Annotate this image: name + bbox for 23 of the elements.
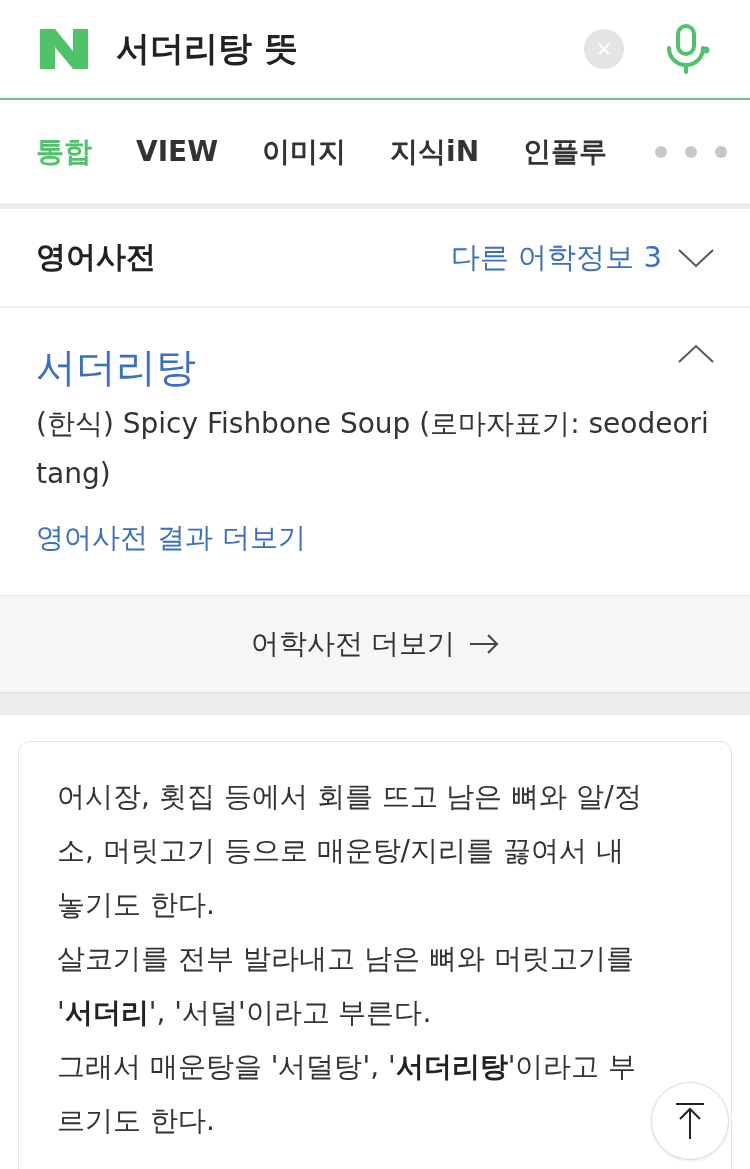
other-info-button[interactable]: 다른 어학정보 3 xyxy=(451,237,714,278)
paragraph: 어시장, 횟집 등에서 회를 뜨고 남은 뼈와 알/정소, 머릿고기 등으로 매운탕/지리를 끓여서 내놓기도 한다. xyxy=(57,779,643,923)
arrow-icon xyxy=(469,634,500,654)
paragraph: 그래서 매운탕을 '서덜탕', '서더리탕'이라고 부르기도 한다. xyxy=(57,1049,638,1139)
search-tab[interactable]: 인플루 xyxy=(523,132,608,171)
paragraph: 살코기를 전부 발라내고 남은 뼈와 머릿고기를 '서더리', '서덜'이라고 부른다. xyxy=(57,941,635,1031)
close-icon xyxy=(597,42,611,56)
more-results-link[interactable]: 영어사전 결과 더보기 xyxy=(36,519,306,557)
chevron-icon xyxy=(678,247,714,268)
search-tab[interactable]: VIEW xyxy=(136,135,219,168)
search-field[interactable]: 서더리탕 뜻 xyxy=(116,26,584,72)
section-title: 영어사전 xyxy=(36,238,156,276)
microphone-icon[interactable] xyxy=(664,24,710,74)
chevron-icon[interactable] xyxy=(678,344,714,364)
more-icon[interactable] xyxy=(654,144,728,159)
definition-text: (한식) Spicy Fishbone Soup (로마자표기: seodeori tang) xyxy=(36,406,710,492)
clear-button[interactable] xyxy=(584,29,624,69)
logo-icon[interactable] xyxy=(40,29,88,69)
more-dictionary-button[interactable]: 어학사전 더보기 xyxy=(0,595,750,693)
search-tab[interactable]: 지식iN xyxy=(390,132,480,171)
search-tab[interactable]: 이미지 xyxy=(262,132,347,171)
arrow-up-icon xyxy=(675,1102,705,1140)
headword[interactable]: 서더리탕 xyxy=(36,340,196,395)
